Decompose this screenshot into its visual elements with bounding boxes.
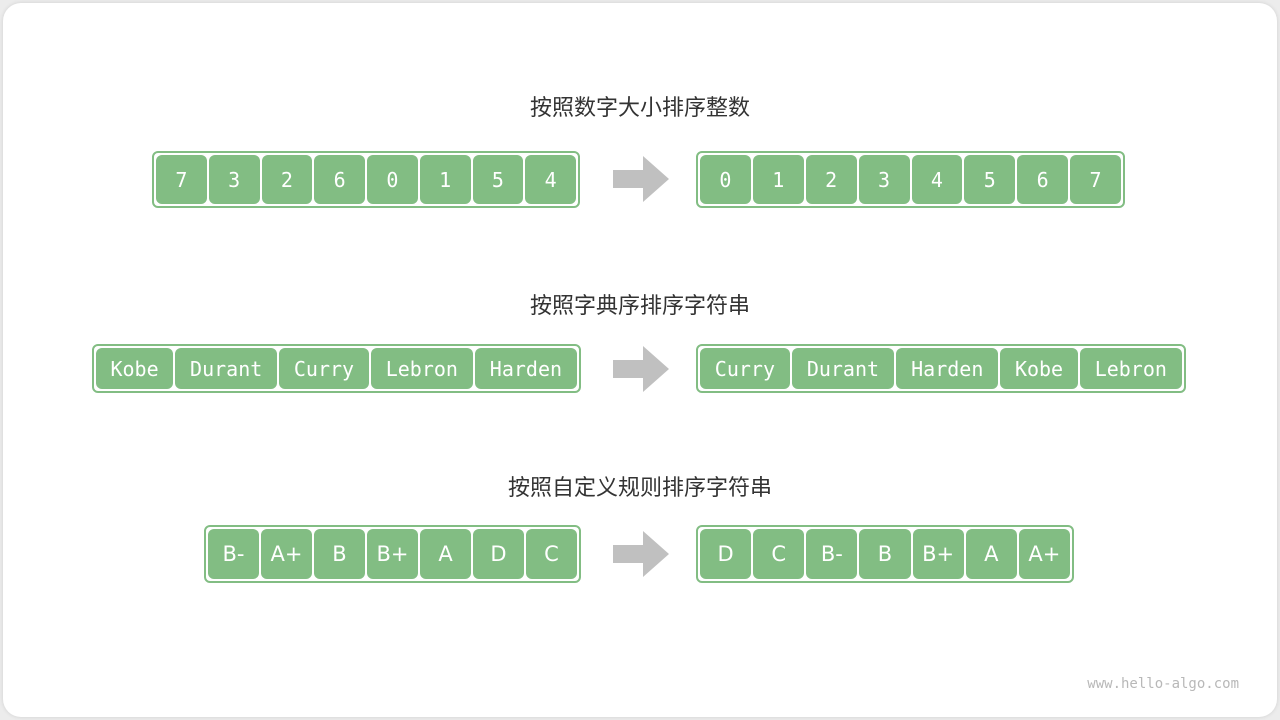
array-cell: C (526, 529, 577, 579)
array-cell: 1 (752, 155, 804, 204)
array-cell: B- (806, 529, 858, 579)
array-cell: 0 (367, 155, 418, 204)
array-grades-sorted: D C B- B B+ A A+ (696, 525, 1074, 583)
array-cell: 6 (1017, 155, 1069, 204)
array-cell: Lebron (1079, 348, 1182, 389)
array-cell: B+ (367, 529, 418, 579)
footer-watermark: www.hello-algo.com (1087, 676, 1239, 692)
array-cell: 2 (261, 155, 313, 204)
array-cell: 3 (208, 155, 260, 204)
array-cell: Kobe (96, 348, 174, 389)
array-cell: 5 (964, 155, 1016, 204)
array-cell: Harden (896, 348, 999, 389)
array-cell: A (965, 529, 1017, 579)
array-cell: 7 (1070, 155, 1121, 204)
array-cell: Durant (175, 348, 278, 389)
section-title-strings-lexicographic: 按照字典序排序字符串 (529, 294, 750, 319)
array-cell: B (314, 529, 365, 579)
array-cell: D (473, 529, 524, 579)
array-cell: Durant (791, 348, 895, 389)
array-cell: 2 (805, 155, 857, 204)
array-integers-sorted: 01234567 (696, 151, 1125, 208)
array-cell: Curry (279, 348, 369, 389)
array-cell: 5 (472, 155, 524, 204)
array-cell: A (420, 529, 471, 579)
array-cell: Lebron (370, 348, 473, 389)
section-title-strings-custom: 按照自定义规则排序字符串 (507, 476, 772, 501)
array-cell: A+ (261, 529, 312, 579)
arrow-right-icon (613, 346, 669, 392)
array-cell: B- (208, 529, 259, 579)
array-cell: 4 (525, 155, 576, 204)
array-integers-unsorted: 73260154 (152, 151, 580, 208)
array-cell: 1 (419, 155, 471, 204)
array-cell: Harden (474, 348, 577, 389)
array-strings-sorted: Curry Durant Harden Kobe Lebron (696, 344, 1186, 393)
array-cell: 3 (858, 155, 910, 204)
array-cell: 4 (911, 155, 963, 204)
array-strings-unsorted: Kobe Durant Curry Lebron Harden (92, 344, 581, 393)
array-grades-unsorted: B- A+ B B+ A D C (204, 525, 581, 583)
arrow-right-icon (613, 156, 669, 202)
section-title-integers: 按照数字大小排序整数 (529, 96, 750, 121)
array-cell: 6 (314, 155, 365, 204)
array-cell: 0 (700, 155, 751, 204)
array-cell: Curry (700, 348, 790, 389)
array-cell: D (700, 529, 752, 579)
array-cell: A+ (1018, 529, 1070, 579)
array-cell: 7 (156, 155, 207, 204)
array-cell: B (859, 529, 911, 579)
array-cell: Kobe (1000, 348, 1078, 389)
array-cell: B+ (912, 529, 964, 579)
arrow-right-icon (613, 531, 669, 577)
array-cell: C (753, 529, 805, 579)
